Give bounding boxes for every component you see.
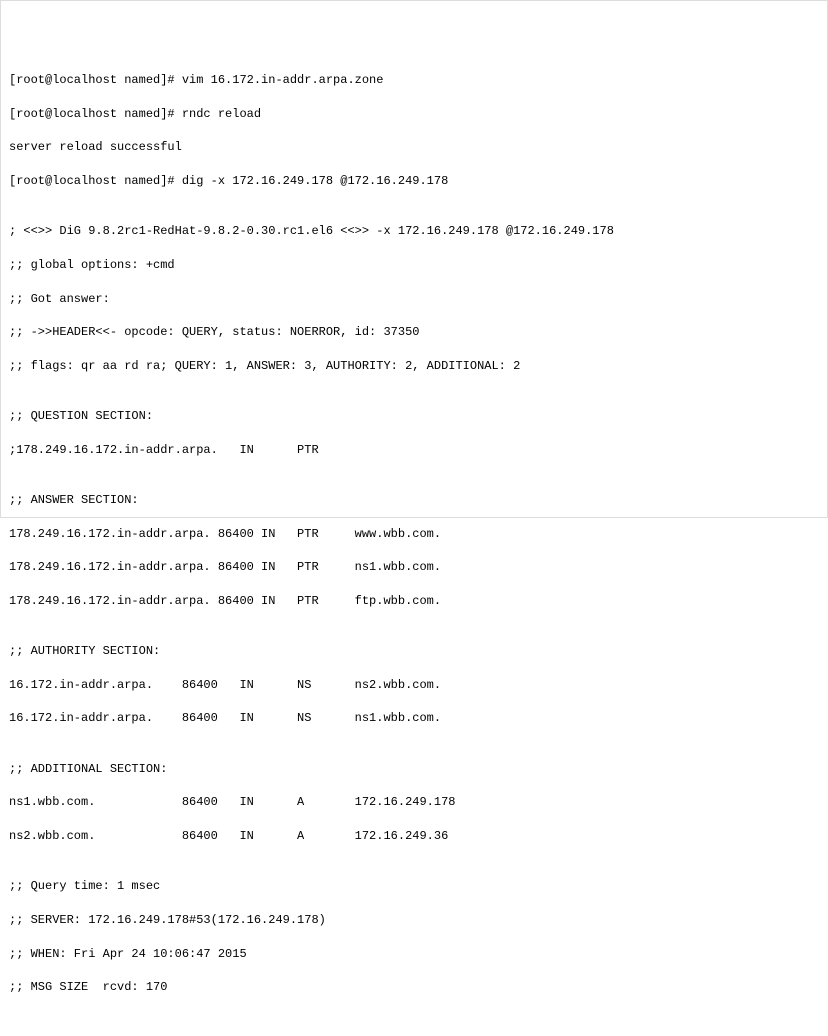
terminal-line-additional-record: ns2.wbb.com. 86400 IN A 172.16.249.36 xyxy=(9,828,819,845)
terminal-line-flags: ;; flags: qr aa rd ra; QUERY: 1, ANSWER:… xyxy=(9,358,819,375)
terminal-line-command-vim: [root@localhost named]# vim 16.172.in-ad… xyxy=(9,72,819,89)
terminal-line-msg-size: ;; MSG SIZE rcvd: 170 xyxy=(9,979,819,996)
terminal-line-authority-record: 16.172.in-addr.arpa. 86400 IN NS ns1.wbb… xyxy=(9,710,819,727)
terminal-line-answer-record: 178.249.16.172.in-addr.arpa. 86400 IN PT… xyxy=(9,593,819,610)
terminal-line-command-rndc: [root@localhost named]# rndc reload xyxy=(9,106,819,123)
terminal-line-authority-section-header: ;; AUTHORITY SECTION: xyxy=(9,643,819,660)
terminal-line-question-section-header: ;; QUESTION SECTION: xyxy=(9,408,819,425)
terminal-line-query-time: ;; Query time: 1 msec xyxy=(9,878,819,895)
terminal-line-additional-section-header: ;; ADDITIONAL SECTION: xyxy=(9,761,819,778)
terminal-line-got-answer: ;; Got answer: xyxy=(9,291,819,308)
terminal-line-server: ;; SERVER: 172.16.249.178#53(172.16.249.… xyxy=(9,912,819,929)
terminal-line-output: server reload successful xyxy=(9,139,819,156)
terminal-line-additional-record: ns1.wbb.com. 86400 IN A 172.16.249.178 xyxy=(9,794,819,811)
terminal-line-authority-record: 16.172.in-addr.arpa. 86400 IN NS ns2.wbb… xyxy=(9,677,819,694)
terminal-line-global-options: ;; global options: +cmd xyxy=(9,257,819,274)
terminal-line-command-dig: [root@localhost named]# dig -x 172.16.24… xyxy=(9,173,819,190)
terminal-line-header: ;; ->>HEADER<<- opcode: QUERY, status: N… xyxy=(9,324,819,341)
terminal-line-answer-section-header: ;; ANSWER SECTION: xyxy=(9,492,819,509)
terminal-line-answer-record: 178.249.16.172.in-addr.arpa. 86400 IN PT… xyxy=(9,526,819,543)
terminal-line-question-record: ;178.249.16.172.in-addr.arpa. IN PTR xyxy=(9,442,819,459)
terminal-line-when: ;; WHEN: Fri Apr 24 10:06:47 2015 xyxy=(9,946,819,963)
terminal-line-answer-record: 178.249.16.172.in-addr.arpa. 86400 IN PT… xyxy=(9,559,819,576)
terminal-line-dig-version: ; <<>> DiG 9.8.2rc1-RedHat-9.8.2-0.30.rc… xyxy=(9,223,819,240)
